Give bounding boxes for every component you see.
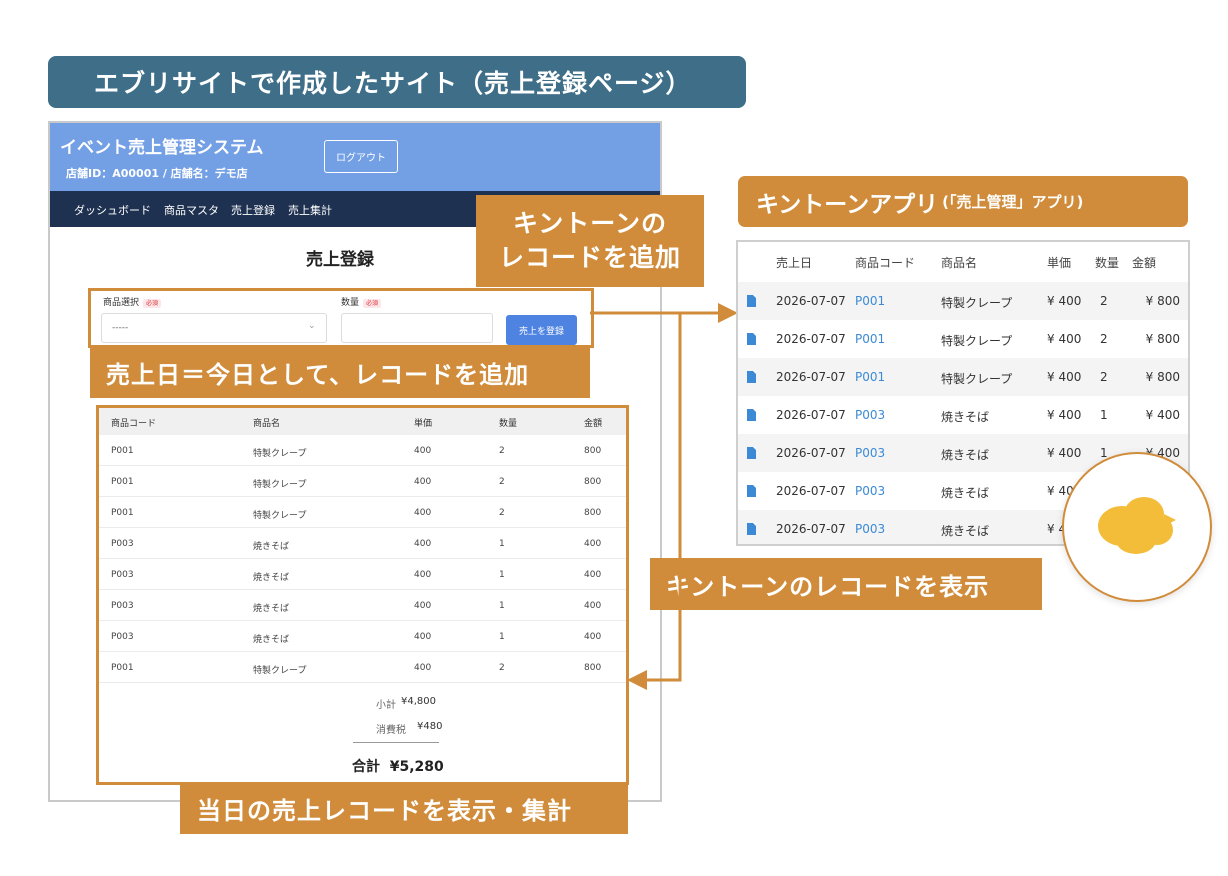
document-icon[interactable] xyxy=(747,447,756,459)
document-icon[interactable] xyxy=(747,485,756,497)
kintone-cell: 焼きそば xyxy=(941,524,990,538)
kintone-record-row[interactable]: 2026-07-07 P003 焼きそば ¥ 400 1 ¥ 400 xyxy=(738,396,1188,434)
kintone-record-row[interactable]: 2026-07-07 P001 特製クレープ ¥ 400 2 ¥ 800 xyxy=(738,320,1188,358)
kintone-record-row[interactable]: 2026-07-07 P001 特製クレープ ¥ 400 2 ¥ 800 xyxy=(738,358,1188,396)
product-code-link[interactable]: P003 xyxy=(855,408,885,422)
kintone-column-header: 金額 xyxy=(1132,256,1157,270)
document-icon[interactable] xyxy=(747,333,756,345)
kintone-label-sub: (「売上管理」アプリ) xyxy=(942,193,1084,211)
kintone-cell: 2026-07-07 xyxy=(776,294,846,308)
kintone-cell: 2026-07-07 xyxy=(776,370,846,384)
kintone-cell: 焼きそば xyxy=(941,448,990,462)
document-icon[interactable] xyxy=(747,371,756,383)
kintone-app-label: キントーンアプリ (「売上管理」アプリ) xyxy=(738,176,1188,227)
kintone-label-main: キントーンアプリ xyxy=(756,191,939,218)
kintone-cell: 焼きそば xyxy=(941,410,990,424)
kintone-cell: 2026-07-07 xyxy=(776,446,846,460)
kintone-cell: ¥ 400 xyxy=(1047,332,1082,346)
kintone-column-header: 売上日 xyxy=(776,256,813,270)
kintone-mascot xyxy=(1062,452,1212,602)
document-icon[interactable] xyxy=(747,295,756,307)
kintone-cell: 2026-07-07 xyxy=(776,484,846,498)
kintone-cell: ¥ 800 xyxy=(1145,294,1180,308)
kintone-cell: ¥ 400 xyxy=(1047,370,1082,384)
arrow-to-list xyxy=(645,313,682,682)
document-icon[interactable] xyxy=(747,523,756,535)
product-code-link[interactable]: P003 xyxy=(855,446,885,460)
kintone-cell: ¥ 800 xyxy=(1145,370,1180,384)
kintone-cell: 2026-07-07 xyxy=(776,408,846,422)
cloud-icon xyxy=(1098,497,1176,554)
kintone-column-header: 単価 xyxy=(1047,256,1072,270)
kintone-cell: ¥ 800 xyxy=(1145,332,1180,346)
kintone-cell: 特製クレープ xyxy=(941,334,1013,348)
product-code-link[interactable]: P001 xyxy=(855,332,885,346)
kintone-cell: 2 xyxy=(1100,370,1108,384)
kintone-cell: 2026-07-07 xyxy=(776,522,846,536)
arrow-head-left xyxy=(627,670,647,690)
product-code-link[interactable]: P001 xyxy=(855,370,885,384)
kintone-column-header: 数量 xyxy=(1095,256,1120,270)
kintone-cell: 2 xyxy=(1100,332,1108,346)
kintone-cell: ¥ 400 xyxy=(1047,408,1082,422)
kintone-column-header: 商品コード xyxy=(855,256,916,270)
kintone-cell: 1 xyxy=(1100,408,1108,422)
kintone-cell: 焼きそば xyxy=(941,486,990,500)
arrow-head-right xyxy=(718,303,738,323)
kintone-record-row[interactable]: 2026-07-07 P001 特製クレープ ¥ 400 2 ¥ 800 xyxy=(738,282,1188,320)
kintone-cell: ¥ 400 xyxy=(1047,294,1082,308)
product-code-link[interactable]: P003 xyxy=(855,522,885,536)
document-icon[interactable] xyxy=(747,409,756,421)
kintone-cell: 特製クレープ xyxy=(941,372,1013,386)
kintone-cell: ¥ 400 xyxy=(1145,408,1180,422)
product-code-link[interactable]: P001 xyxy=(855,294,885,308)
kintone-cell: 2 xyxy=(1100,294,1108,308)
product-code-link[interactable]: P003 xyxy=(855,484,885,498)
kintone-cell: 2026-07-07 xyxy=(776,332,846,346)
kintone-cell: 特製クレープ xyxy=(941,296,1013,310)
kintone-table-header: 売上日 商品コード 商品名 単価 数量 金額 xyxy=(738,242,1188,282)
kintone-column-header: 商品名 xyxy=(941,256,978,270)
